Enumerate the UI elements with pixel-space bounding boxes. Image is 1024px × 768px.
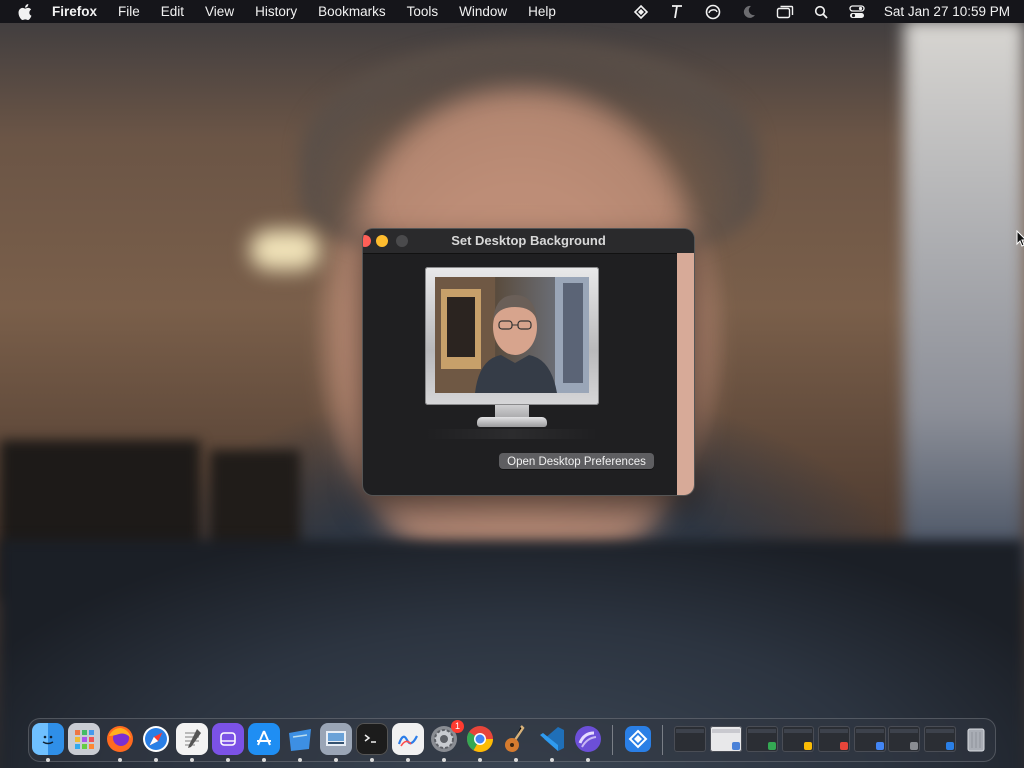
running-indicator — [118, 758, 122, 762]
arc-icon[interactable] — [572, 723, 604, 762]
terminal-icon[interactable] — [356, 723, 388, 762]
monitor-foot — [477, 417, 547, 427]
menu-file[interactable]: File — [118, 4, 140, 19]
running-indicator — [298, 758, 302, 762]
edge-icon[interactable] — [704, 4, 722, 20]
xcode-like-icon[interactable] — [284, 723, 316, 762]
control-center-icon[interactable] — [848, 4, 866, 20]
minimized-window-thumbnail[interactable] — [888, 726, 920, 752]
system-settings-icon[interactable]: 1 — [428, 720, 464, 762]
minimized-window-thumbnail[interactable] — [818, 726, 850, 752]
launchpad-icon[interactable] — [68, 723, 100, 755]
moon-icon[interactable] — [740, 4, 758, 20]
running-indicator — [262, 758, 266, 762]
freeform-icon[interactable] — [392, 723, 424, 762]
dialog-titlebar[interactable]: Set Desktop Background — [363, 229, 694, 254]
mouse-cursor-icon — [1016, 230, 1024, 247]
monitor-preview — [425, 267, 599, 431]
menu-bookmarks[interactable]: Bookmarks — [318, 4, 386, 19]
menu-window[interactable]: Window — [459, 4, 507, 19]
firefox-icon[interactable] — [104, 723, 136, 762]
garageband-icon[interactable] — [500, 723, 532, 762]
dock-separator — [612, 725, 613, 755]
minimized-window-thumbnail[interactable] — [674, 726, 706, 752]
menu-history[interactable]: History — [255, 4, 297, 19]
wallpaper-right-light — [904, 20, 1024, 580]
minimized-window-thumbnail[interactable] — [854, 726, 886, 752]
running-indicator — [406, 758, 410, 762]
podcasts-like-icon[interactable] — [212, 723, 244, 762]
running-indicator — [586, 758, 590, 762]
finder-icon[interactable] — [32, 723, 64, 762]
dialog-title: Set Desktop Background — [451, 233, 606, 248]
dock-separator — [662, 725, 663, 755]
running-indicator — [514, 758, 518, 762]
minimized-window-thumbnail[interactable] — [710, 726, 742, 752]
wallpaper-preview-image — [435, 277, 589, 393]
dock: 1 — [28, 718, 996, 762]
app-store-icon[interactable] — [248, 723, 280, 762]
running-indicator — [370, 758, 374, 762]
notification-badge: 1 — [451, 720, 464, 733]
menu-view[interactable]: View — [205, 4, 234, 19]
preview-icon[interactable] — [320, 723, 352, 762]
running-indicator — [154, 758, 158, 762]
status-area: Sat Jan 27 10:59 PM — [632, 0, 1010, 23]
menu-tools[interactable]: Tools — [407, 4, 439, 19]
minimized-window-thumbnail[interactable] — [746, 726, 778, 752]
menu-clock[interactable]: Sat Jan 27 10:59 PM — [884, 4, 1010, 19]
running-indicator — [478, 758, 482, 762]
chrome-icon[interactable] — [464, 723, 496, 762]
typeface-icon[interactable] — [668, 4, 686, 20]
set-desktop-background-dialog: Set Desktop Background Open Desktop Pref… — [363, 229, 694, 495]
running-indicator — [190, 758, 194, 762]
trash-icon[interactable] — [960, 723, 992, 755]
open-desktop-preferences-button[interactable]: Open Desktop Preferences — [499, 453, 654, 469]
running-indicator — [46, 758, 50, 762]
running-indicator — [442, 758, 446, 762]
safari-icon[interactable] — [140, 723, 172, 762]
minimized-window-thumbnail[interactable] — [924, 726, 956, 752]
screens-icon[interactable] — [776, 4, 794, 20]
wallpaper-edge — [677, 253, 694, 495]
apple-menu-icon[interactable] — [18, 3, 36, 20]
wallpaper-hair — [300, 40, 760, 260]
menu-edit[interactable]: Edit — [161, 4, 184, 19]
menu-bar: Firefox File Edit View History Bookmarks… — [0, 0, 1024, 23]
wallpaper-lamp — [250, 230, 320, 270]
dropbox-like-icon[interactable] — [622, 723, 654, 755]
minimized-window-thumbnail[interactable] — [782, 726, 814, 752]
search-icon[interactable] — [812, 4, 830, 20]
monitor-reflection — [425, 429, 599, 439]
running-indicator — [226, 758, 230, 762]
vscode-icon[interactable] — [536, 723, 568, 762]
running-indicator — [550, 758, 554, 762]
textedit-icon[interactable] — [176, 723, 208, 762]
dropbox-icon[interactable] — [632, 4, 650, 20]
running-indicator — [334, 758, 338, 762]
menu-app-firefox[interactable]: Firefox — [52, 4, 97, 19]
menu-help[interactable]: Help — [528, 4, 556, 19]
